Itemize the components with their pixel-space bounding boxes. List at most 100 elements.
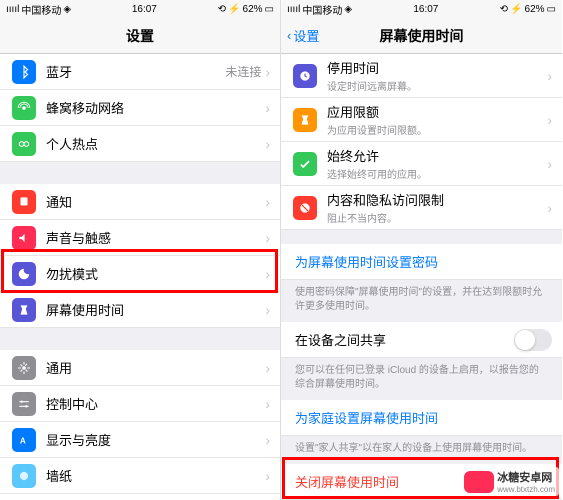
back-label: 设置 [293, 26, 319, 45]
row-label: 勿扰模式 [46, 264, 265, 283]
screentime-list[interactable]: 停用时间设定时间远离屏幕。 › 应用限额为应用设置时间限额。 › 始终允许选择始… [281, 54, 562, 500]
row-label: 应用限额 [327, 102, 547, 121]
rotation-lock-icon: ⟲ [500, 4, 508, 15]
page-title: 屏幕使用时间 [380, 26, 464, 46]
row-cellular[interactable]: 蜂窝移动网络 › [0, 90, 280, 126]
row-label: 在设备之间共享 [295, 330, 514, 349]
row-content[interactable]: 内容和隐私访问限制阻止不当内容。 › [281, 186, 562, 230]
row-sublabel: 选择始终可用的应用。 [327, 166, 547, 181]
rotation-lock-icon: ⟲ [218, 4, 226, 15]
battery-label: 62% [243, 4, 263, 15]
bluetooth-icon [12, 60, 36, 84]
chevron-right-icon: › [547, 156, 552, 172]
row-label: 停用时间 [327, 58, 547, 77]
battery-label: 62% [525, 4, 545, 15]
page-title: 设置 [126, 26, 154, 46]
cellular-icon [12, 96, 36, 120]
chevron-right-icon: › [265, 360, 270, 376]
svg-text:A: A [20, 436, 26, 445]
settings-screen: ııııl中国移动◈ 16:07 ⟲⚡62%▭ 设置 蓝牙 未连接 › 蜂窝移动… [0, 0, 281, 500]
chevron-right-icon: › [265, 100, 270, 116]
chevron-right-icon: › [265, 230, 270, 246]
row-passcode[interactable]: 为屏幕使用时间设置密码 [281, 244, 562, 280]
row-sublabel: 阻止不当内容。 [327, 210, 547, 225]
family-note: 设置"家人共享"以在家人的设备上使用屏幕使用时间。 [281, 436, 562, 464]
row-label: 为家庭设置屏幕使用时间 [295, 408, 552, 427]
status-bar: ııııl中国移动◈ 16:07 ⟲⚡62%▭ [281, 0, 562, 18]
row-label: 个人热点 [46, 134, 265, 153]
time-label: 16:07 [413, 4, 438, 15]
nav-bar: 设置 [0, 18, 280, 54]
carrier-label: 中国移动 [302, 2, 342, 17]
passcode-note: 使用密码保障"屏幕使用时间"的设置，并在达到限额时允许更多使用时间。 [281, 280, 562, 322]
time-label: 16:07 [132, 4, 157, 15]
wifi-icon: ◈ [63, 4, 71, 15]
row-label: 通用 [46, 358, 265, 377]
row-label: 关闭屏幕使用时间 [295, 472, 552, 491]
row-sounds[interactable]: 声音与触感 › [0, 220, 280, 256]
chevron-right-icon: › [547, 68, 552, 84]
row-sublabel: 为应用设置时间限额。 [327, 122, 547, 137]
always-icon [293, 152, 317, 176]
row-label: 内容和隐私访问限制 [327, 190, 547, 209]
back-button[interactable]: ‹设置 [287, 26, 319, 45]
chevron-right-icon: › [265, 396, 270, 412]
row-label: 墙纸 [46, 466, 265, 485]
row-always[interactable]: 始终允许选择始终可用的应用。 › [281, 142, 562, 186]
row-sublabel: 设定时间远离屏幕。 [327, 78, 547, 93]
share-toggle[interactable] [514, 329, 552, 351]
chevron-right-icon: › [547, 200, 552, 216]
battery-icon: ▭ [265, 4, 274, 15]
signal-icon: ııııl [287, 4, 300, 15]
row-notifications[interactable]: 通知 › [0, 184, 280, 220]
battery-icon: ▭ [547, 4, 556, 15]
wallpaper-icon [12, 464, 36, 488]
wifi-icon: ◈ [344, 4, 352, 15]
row-label: 声音与触感 [46, 228, 265, 247]
row-label: 通知 [46, 192, 265, 211]
controlcenter-icon [12, 392, 36, 416]
row-label: 为屏幕使用时间设置密码 [295, 252, 552, 271]
content-icon [293, 196, 317, 220]
downtime-icon [293, 64, 317, 88]
row-label: 始终允许 [327, 146, 547, 165]
row-wallpaper[interactable]: 墙纸 › [0, 458, 280, 494]
hotspot-icon [12, 132, 36, 156]
row-display[interactable]: A 显示与亮度 › [0, 422, 280, 458]
chevron-right-icon: › [265, 266, 270, 282]
chevron-left-icon: ‹ [287, 28, 291, 43]
carrier-label: 中国移动 [21, 2, 61, 17]
row-screentime[interactable]: 屏幕使用时间 › [0, 292, 280, 328]
notifications-icon [12, 190, 36, 214]
settings-list[interactable]: 蓝牙 未连接 › 蜂窝移动网络 › 个人热点 › 通知 › [0, 54, 280, 500]
display-icon: A [12, 428, 36, 452]
row-label: 蜂窝移动网络 [46, 98, 265, 117]
row-controlcenter[interactable]: 控制中心 › [0, 386, 280, 422]
dnd-icon [12, 262, 36, 286]
row-share[interactable]: 在设备之间共享 [281, 322, 562, 358]
signal-icon: ııııl [6, 4, 19, 15]
row-siri[interactable]: Siri 与搜索 › [0, 494, 280, 500]
row-bluetooth[interactable]: 蓝牙 未连接 › [0, 54, 280, 90]
row-family[interactable]: 为家庭设置屏幕使用时间 [281, 400, 562, 436]
row-hotspot[interactable]: 个人热点 › [0, 126, 280, 162]
row-label: 蓝牙 [46, 62, 225, 81]
row-dnd[interactable]: 勿扰模式 › [0, 256, 280, 292]
row-label: 控制中心 [46, 394, 265, 413]
row-turnoff[interactable]: 关闭屏幕使用时间 [281, 464, 562, 500]
chevron-right-icon: › [547, 112, 552, 128]
row-value: 未连接 [225, 63, 261, 80]
row-label: 屏幕使用时间 [46, 300, 265, 319]
screentime-icon [12, 298, 36, 322]
sounds-icon [12, 226, 36, 250]
row-general[interactable]: 通用 › [0, 350, 280, 386]
chevron-right-icon: › [265, 194, 270, 210]
row-applimits[interactable]: 应用限额为应用设置时间限额。 › [281, 98, 562, 142]
applimits-icon [293, 108, 317, 132]
chevron-right-icon: › [265, 136, 270, 152]
chevron-right-icon: › [265, 432, 270, 448]
share-note: 您可以在任何已登录 iCloud 的设备上启用，以报告您的综合屏幕使用时间。 [281, 358, 562, 400]
nav-bar: ‹设置 屏幕使用时间 [281, 18, 562, 54]
row-downtime[interactable]: 停用时间设定时间远离屏幕。 › [281, 54, 562, 98]
status-bar: ııııl中国移动◈ 16:07 ⟲⚡62%▭ [0, 0, 280, 18]
